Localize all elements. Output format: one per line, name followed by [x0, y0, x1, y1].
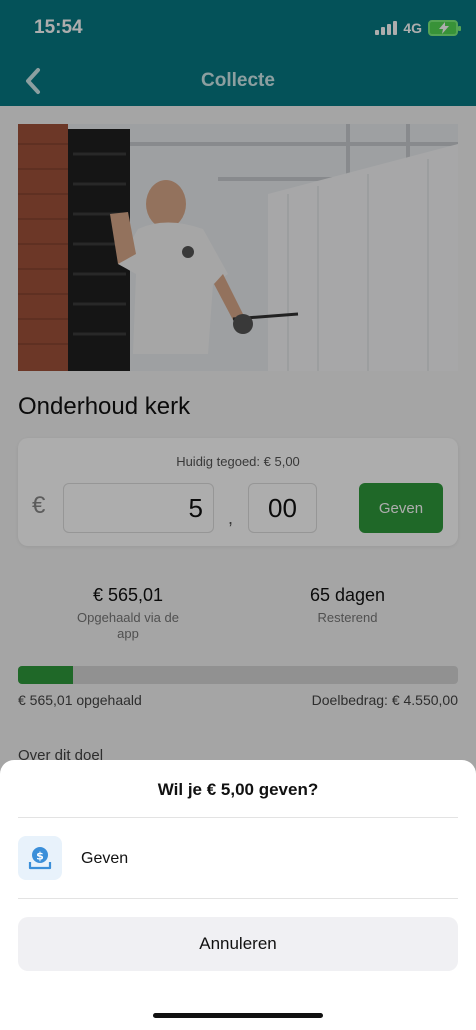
- home-indicator: [153, 1013, 323, 1018]
- divider: [18, 898, 458, 899]
- give-option[interactable]: $ Geven: [0, 818, 476, 898]
- sheet-title: Wil je € 5,00 geven?: [157, 780, 319, 799]
- donate-icon: $: [18, 836, 62, 880]
- confirm-sheet: Wil je € 5,00 geven? $ Geven Annuleren: [0, 760, 476, 1030]
- cancel-button[interactable]: Annuleren: [18, 917, 458, 971]
- give-option-label: Geven: [81, 850, 129, 867]
- svg-text:$: $: [36, 850, 44, 863]
